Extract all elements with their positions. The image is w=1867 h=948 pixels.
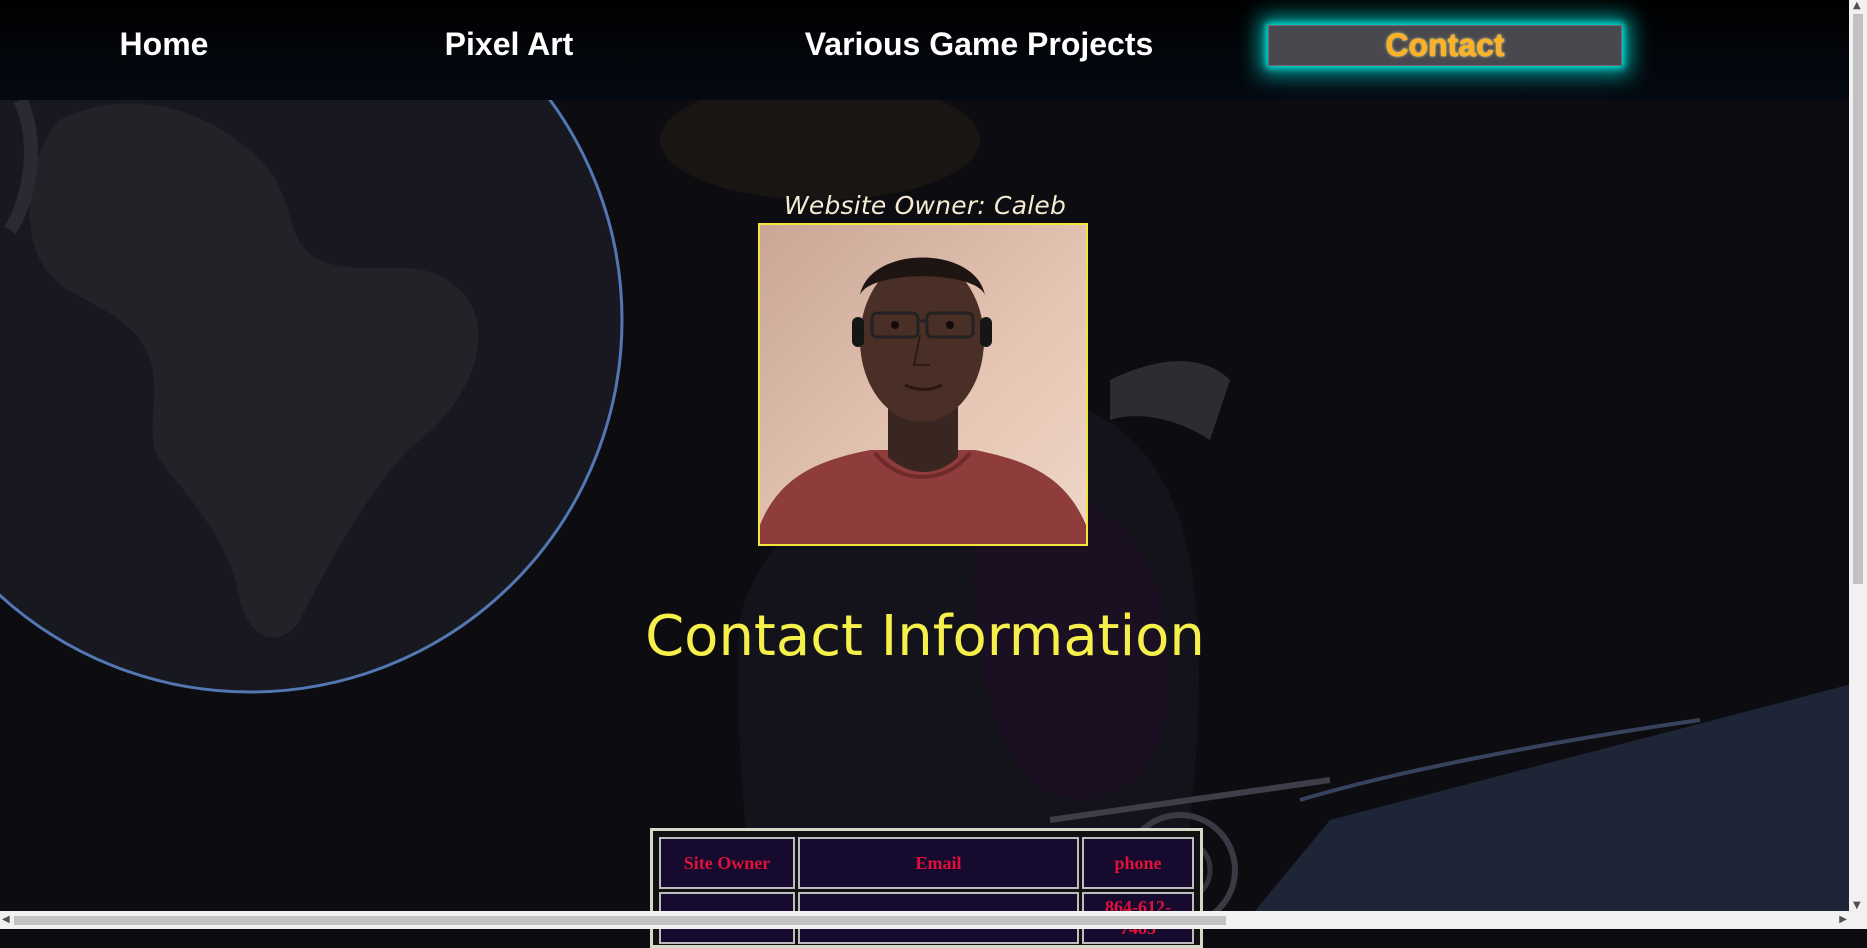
nav-various-game-projects[interactable]: Various Game Projects: [800, 22, 1158, 66]
person-portrait-photo-icon: [760, 225, 1086, 544]
column-header-phone: phone: [1082, 837, 1194, 889]
nav-home[interactable]: Home: [98, 22, 230, 66]
vertical-scrollbar[interactable]: ▲ ▼: [1849, 0, 1867, 911]
horizontal-scrollbar[interactable]: ◀ ▶: [0, 911, 1867, 929]
scroll-right-arrow-icon[interactable]: ▶: [1839, 914, 1847, 925]
horizontal-scroll-thumb[interactable]: [14, 916, 1226, 925]
nav-contact[interactable]: Contact: [1268, 25, 1622, 66]
column-header-email: Email: [798, 837, 1079, 889]
scroll-left-arrow-icon[interactable]: ◀: [2, 914, 10, 925]
scroll-down-arrow-icon[interactable]: ▼: [1853, 900, 1861, 911]
column-header-site-owner: Site Owner: [659, 837, 795, 889]
owner-photo: [758, 223, 1088, 546]
nav-pixel-art[interactable]: Pixel Art: [440, 22, 578, 66]
contact-table: Site Owner Email phone Caleb Garner garn…: [650, 828, 1203, 948]
vertical-scroll-thumb[interactable]: [1853, 14, 1863, 584]
top-nav: Home Pixel Art Various Game Projects Con…: [0, 0, 1867, 100]
scroll-up-arrow-icon[interactable]: ▲: [1853, 0, 1861, 11]
table-header-row: Site Owner Email phone: [659, 837, 1194, 889]
contact-information-heading: Contact Information: [645, 604, 1205, 669]
